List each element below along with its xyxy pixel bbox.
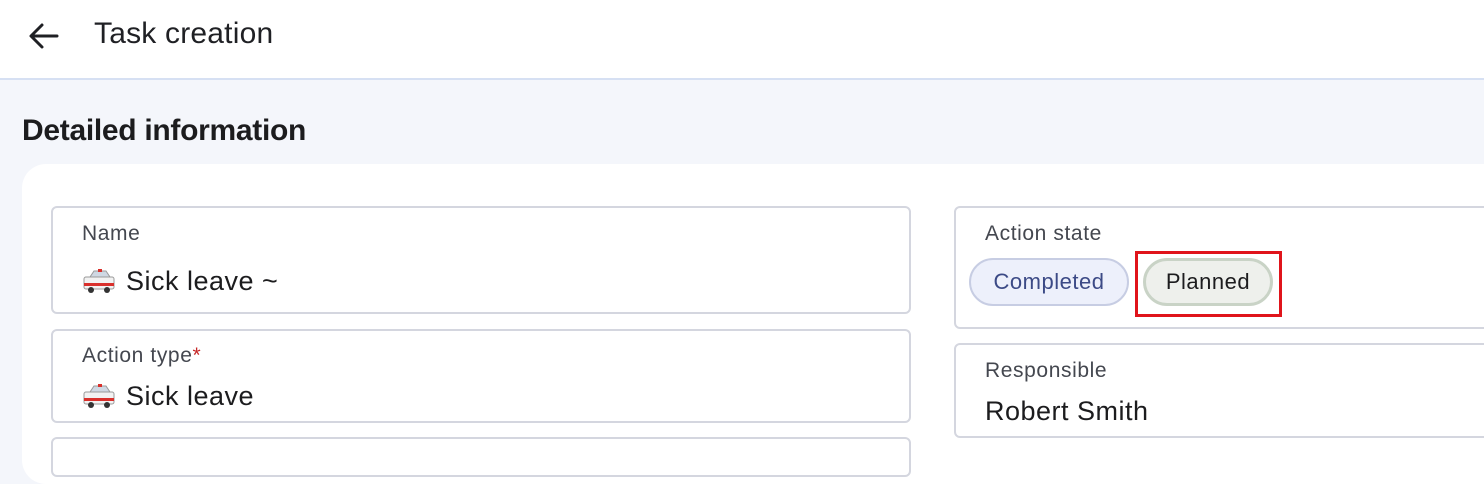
back-button[interactable] <box>24 16 64 56</box>
required-mark: * <box>192 344 202 367</box>
section-title: Detailed information <box>22 114 307 147</box>
responsible-value: Robert Smith <box>985 396 1149 426</box>
page-title: Task creation <box>94 17 274 50</box>
name-value: Sick leave ~ <box>82 265 278 297</box>
action-type-label: Action type* <box>82 343 201 369</box>
responsible-label: Responsible <box>985 359 1108 382</box>
action-type-value: Sick leave <box>82 380 254 412</box>
responsible-field[interactable]: Responsible Robert Smith <box>954 343 1484 438</box>
arrow-left-icon <box>29 23 59 49</box>
top-bar: Task creation <box>0 0 1484 80</box>
action-type-label-text: Action type <box>82 344 193 367</box>
name-label: Name <box>82 222 141 245</box>
action-type-field[interactable]: Action type* Sick leave <box>51 329 911 423</box>
next-field[interactable] <box>51 437 911 477</box>
name-text: Sick leave ~ <box>126 266 279 296</box>
name-field[interactable]: Name Sick leave ~ <box>51 206 911 314</box>
chip-completed[interactable]: Completed <box>969 258 1129 306</box>
action-state-label: Action state <box>985 222 1102 245</box>
highlight-box <box>1135 251 1282 317</box>
ambulance-icon <box>83 384 115 408</box>
ambulance-icon <box>83 269 115 293</box>
action-type-text: Sick leave <box>126 381 255 411</box>
